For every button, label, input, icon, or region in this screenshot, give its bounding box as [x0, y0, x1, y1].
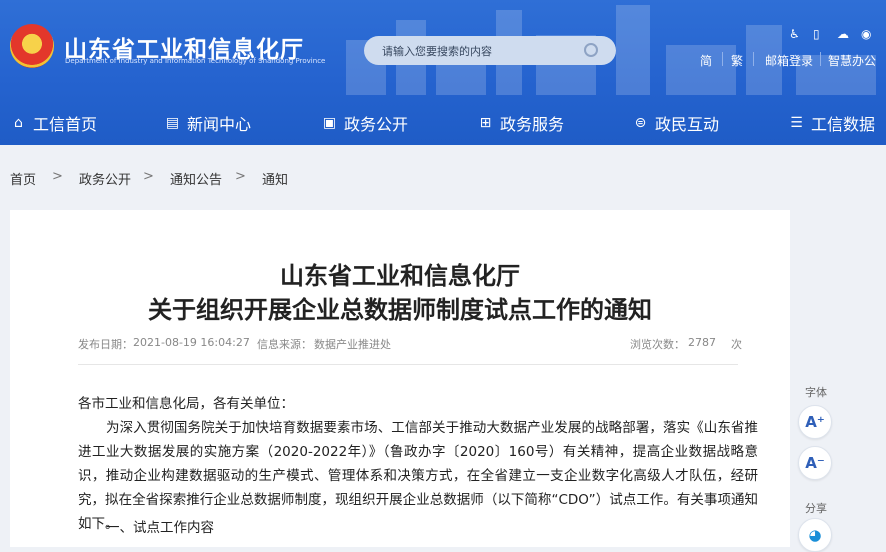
nav-item-news[interactable]: ▤ 新闻中心 [164, 111, 251, 135]
search-input[interactable]: 请输入您要搜索的内容 [382, 43, 492, 59]
link-divider [722, 52, 723, 66]
article-salutation: 各市工业和信息化局，各有关单位： [78, 396, 294, 412]
nav-item-label: 政民互动 [655, 115, 720, 134]
chat-icon: ⊜ [634, 115, 647, 131]
meta-divider [78, 364, 738, 365]
breadcrumb-current: 通知 [262, 173, 289, 188]
section-heading: 一、试点工作内容 [106, 520, 214, 536]
nav-item-home[interactable]: ⌂ 工信首页 [10, 111, 97, 135]
breadcrumb-separator: > [235, 169, 246, 184]
service-icon: ⊞ [479, 115, 492, 131]
breadcrumb-separator: > [52, 169, 63, 184]
source-value: 数据产业推进处 [314, 338, 391, 351]
weibo-icon[interactable]: ◉ [861, 28, 871, 40]
article-title-line1: 山东省工业和信息化厅 [280, 262, 520, 290]
views-count: 2787 [688, 336, 716, 349]
views-unit: 次 [731, 338, 742, 351]
link-divider [820, 52, 821, 66]
link-divider [753, 52, 754, 66]
font-size-label: 字体 [805, 386, 827, 399]
site-name-english: Department of Industry and Information T… [65, 57, 326, 65]
article-card: 山东省工业和信息化厅 关于组织开展企业总数据师制度试点工作的通知 发布日期： 2… [10, 210, 790, 547]
traditional-chinese-link[interactable]: 繁 [731, 52, 743, 69]
site-header: ★ 山东省工业和信息化厅 Department of Industry and … [0, 0, 886, 145]
article-title-line2: 关于组织开展企业总数据师制度试点工作的通知 [148, 296, 652, 324]
simplified-chinese-link[interactable]: 简 [700, 52, 712, 69]
news-icon: ▤ [165, 115, 180, 131]
font-increase-button[interactable]: A⁺ [798, 405, 832, 439]
monitor-icon: ▣ [322, 115, 337, 131]
mobile-icon[interactable]: ▯ [813, 28, 820, 40]
nav-item-label: 新闻中心 [187, 115, 252, 134]
nav-item-label: 政务公开 [344, 115, 409, 134]
share-label: 分享 [805, 502, 827, 515]
nav-item-label: 工信首页 [33, 115, 98, 134]
database-icon: ☰ [790, 115, 803, 131]
breadcrumb-announcements[interactable]: 通知公告 [170, 169, 222, 188]
nav-item-interaction[interactable]: ⊜ 政民互动 [632, 111, 719, 135]
nav-item-data[interactable]: ☰ 工信数据 [788, 111, 875, 135]
font-decrease-button[interactable]: A⁻ [798, 446, 832, 480]
home-icon: ⌂ [14, 115, 23, 131]
search-icon[interactable] [584, 43, 598, 57]
breadcrumb-home[interactable]: 首页 [10, 169, 36, 188]
breadcrumb-separator: > [143, 169, 154, 184]
nav-item-label: 政务服务 [500, 115, 565, 134]
breadcrumb-government-affairs[interactable]: 政务公开 [79, 169, 131, 188]
accessibility-icon[interactable]: ♿ [789, 28, 800, 40]
search-bar[interactable]: 请输入您要搜索的内容 [364, 36, 616, 65]
smart-office-link[interactable]: 智慧办公 [828, 52, 876, 69]
publish-label: 发布日期： [78, 338, 133, 351]
qq-icon: ◕ [808, 526, 822, 544]
wechat-icon[interactable]: ☁ [837, 28, 849, 40]
nav-item-government-affairs[interactable]: ▣ 政务公开 [321, 111, 408, 135]
source-label: 信息来源： [257, 338, 312, 351]
nav-item-services[interactable]: ⊞ 政务服务 [477, 111, 564, 135]
publish-date: 2021-08-19 16:04:27 [133, 336, 250, 349]
mail-login-link[interactable]: 邮箱登录 [765, 52, 813, 69]
national-emblem-logo[interactable]: ★ [10, 24, 54, 68]
views-label: 浏览次数： [630, 338, 685, 351]
nav-item-label: 工信数据 [811, 115, 876, 134]
